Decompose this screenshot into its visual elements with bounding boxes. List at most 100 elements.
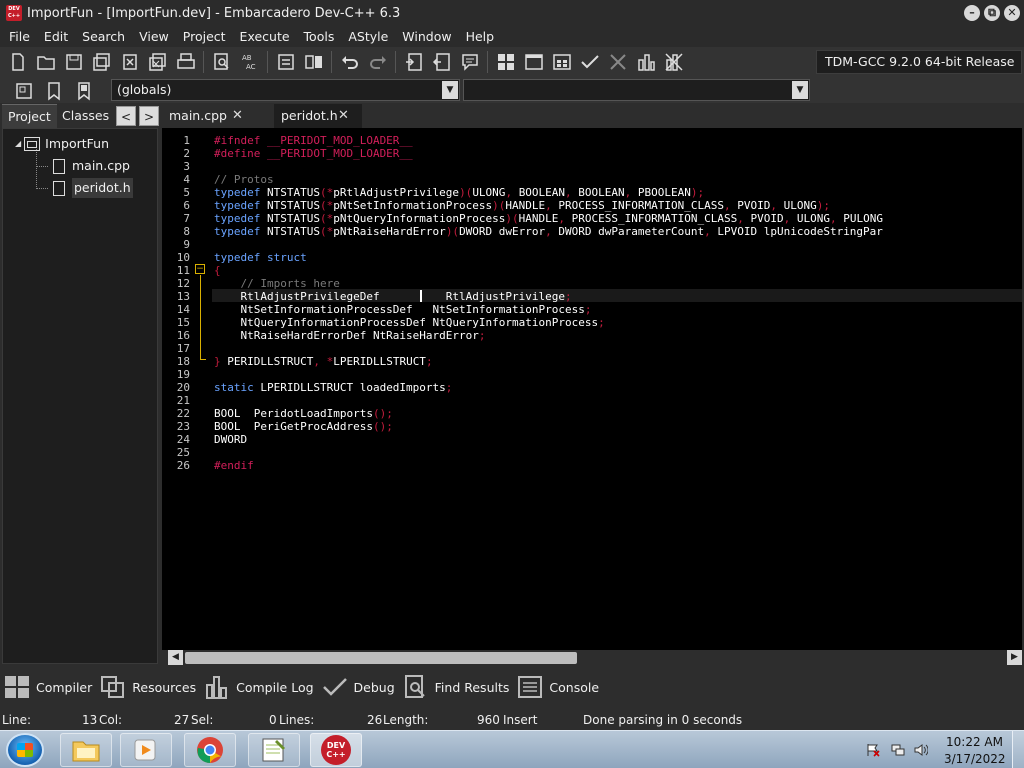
line-number-gutter: 1 2 3 4 5 6 7 8 9 10 11 12 13 14 15 16 17 18 19 20 21 22 23 24 2…	[162, 128, 194, 650]
line-number: 15	[176, 316, 190, 329]
goto-bookmark-button[interactable]	[70, 77, 97, 104]
open-button[interactable]	[32, 49, 59, 76]
clock-date[interactable]: 3/17/2022	[944, 752, 1006, 766]
print-button[interactable]	[172, 49, 199, 76]
tab-find-results[interactable]: Find Results	[403, 675, 518, 699]
menu-tools[interactable]: Tools	[297, 29, 342, 44]
unindent-button[interactable]	[428, 49, 455, 76]
chevron-down-icon[interactable]: ▼	[792, 81, 808, 99]
tab-resources[interactable]: Resources	[100, 675, 204, 699]
start-button[interactable]	[6, 733, 44, 767]
menu-astyle[interactable]: AStyle	[341, 29, 395, 44]
new-file-button[interactable]	[4, 49, 31, 76]
redo-button[interactable]	[364, 49, 391, 76]
menu-view[interactable]: View	[132, 29, 176, 44]
tab-debug[interactable]: Debug	[322, 675, 403, 699]
goto-button[interactable]	[10, 77, 37, 104]
save-all-button[interactable]	[88, 49, 115, 76]
close-tab-icon[interactable]: ✕	[232, 104, 243, 128]
tab-classes[interactable]: Classes	[56, 104, 115, 128]
compiler-select[interactable]: TDM-GCC 9.2.0 64-bit Release	[816, 50, 1022, 74]
window-title: ImportFun - [ImportFun.dev] - Embarcader…	[27, 5, 401, 21]
check-syntax-button[interactable]	[576, 49, 603, 76]
scroll-thumb[interactable]	[185, 652, 577, 664]
undo-button[interactable]	[336, 49, 363, 76]
restore-button[interactable]: ⧉	[984, 5, 1000, 21]
close-button[interactable]: ✕	[1004, 5, 1020, 21]
file-icon	[53, 180, 65, 196]
line-number: 23	[176, 420, 190, 433]
tab-peridot-h[interactable]: peridot.h ✕	[274, 104, 362, 128]
tab-compiler[interactable]: Compiler	[4, 675, 100, 699]
code-token: #define __PERIDOT_MOD_LOADER__	[214, 147, 413, 160]
menu-file[interactable]: File	[2, 29, 37, 44]
tab-next-button[interactable]: >	[139, 106, 159, 126]
line-number: 21	[176, 394, 190, 407]
code-token: (*	[319, 225, 334, 238]
taskbar-notepad[interactable]	[248, 733, 300, 767]
profile-button[interactable]	[632, 49, 659, 76]
code-line: {	[214, 264, 221, 277]
menu-window[interactable]: Window	[395, 29, 458, 44]
function-select[interactable]: ▼	[463, 79, 810, 101]
scroll-right-arrow-icon[interactable]: ▶	[1007, 650, 1022, 665]
horizontal-scrollbar[interactable]: ◀ ▶	[168, 650, 1022, 665]
close-file-button[interactable]	[116, 49, 143, 76]
scroll-left-arrow-icon[interactable]: ◀	[168, 650, 183, 665]
menu-edit[interactable]: Edit	[37, 29, 75, 44]
menu-project[interactable]: Project	[176, 29, 233, 44]
minimize-button[interactable]: –	[964, 5, 980, 21]
indent-button[interactable]	[400, 49, 427, 76]
taskbar-explorer[interactable]	[60, 733, 112, 767]
tree-file-peridot-h[interactable]: peridot.h	[53, 178, 133, 198]
tree-file-main-cpp[interactable]: main.cpp	[53, 156, 130, 176]
show-desktop-button[interactable]	[1012, 731, 1024, 768]
tab-label: Compiler	[36, 679, 93, 695]
file-name: main.cpp	[72, 158, 130, 173]
status-message: Done parsing in 0 seconds	[583, 713, 743, 727]
close-tab-icon[interactable]: ✕	[338, 104, 349, 128]
action-center-flag-icon[interactable]	[866, 743, 880, 757]
close-all-button[interactable]	[144, 49, 171, 76]
tab-label: peridot.h	[281, 108, 338, 123]
run-button[interactable]	[520, 49, 547, 76]
code-editor[interactable]: 1 2 3 4 5 6 7 8 9 10 11 12 13 14 15 16 17 18 19 20 21 22 23 24 2…	[162, 128, 1022, 650]
taskbar-chrome[interactable]	[184, 733, 236, 767]
compile-button[interactable]	[492, 49, 519, 76]
tab-compile-log[interactable]: Compile Log	[204, 675, 321, 699]
file-icon	[53, 158, 65, 174]
toggle-view-button[interactable]	[300, 49, 327, 76]
menu-help[interactable]: Help	[459, 29, 502, 44]
replace-button[interactable]: AB AC	[236, 49, 263, 76]
tab-label: Resources	[132, 679, 197, 695]
chevron-down-icon[interactable]: ▼	[442, 81, 458, 99]
save-button[interactable]	[60, 49, 87, 76]
tab-console[interactable]: Console	[517, 675, 607, 699]
expand-arrow-icon[interactable]: ◢	[15, 134, 21, 154]
compile-run-button[interactable]	[548, 49, 575, 76]
code-token: typedef	[214, 186, 267, 199]
taskbar-media-player[interactable]	[120, 733, 172, 767]
find-button[interactable]	[208, 49, 235, 76]
network-icon[interactable]	[891, 743, 905, 757]
toolbar-separator	[395, 51, 396, 73]
comment-button[interactable]	[456, 49, 483, 76]
delete-profile-button[interactable]	[660, 49, 687, 76]
menu-search[interactable]: Search	[75, 29, 132, 44]
taskbar-devcpp[interactable]: DEV C++	[310, 733, 362, 767]
tree-project-node[interactable]: ◢ ImportFun	[15, 134, 109, 154]
tab-project[interactable]: Project	[2, 104, 57, 128]
tab-prev-button[interactable]: <	[116, 106, 136, 126]
clock-time[interactable]: 10:22 AM	[946, 735, 1003, 749]
bookmark-button[interactable]	[40, 77, 67, 104]
console-icon	[518, 676, 543, 698]
scope-select[interactable]: (globals) ▼	[111, 79, 460, 101]
line-number: 3	[183, 160, 190, 173]
fold-collapse-icon[interactable]: −	[195, 264, 205, 274]
stop-button[interactable]	[604, 49, 631, 76]
volume-icon[interactable]	[914, 743, 928, 757]
goto-line-button[interactable]	[272, 49, 299, 76]
status-length-label: Length:	[383, 713, 429, 727]
tab-main-cpp[interactable]: main.cpp ✕	[162, 104, 272, 128]
menu-execute[interactable]: Execute	[233, 29, 297, 44]
